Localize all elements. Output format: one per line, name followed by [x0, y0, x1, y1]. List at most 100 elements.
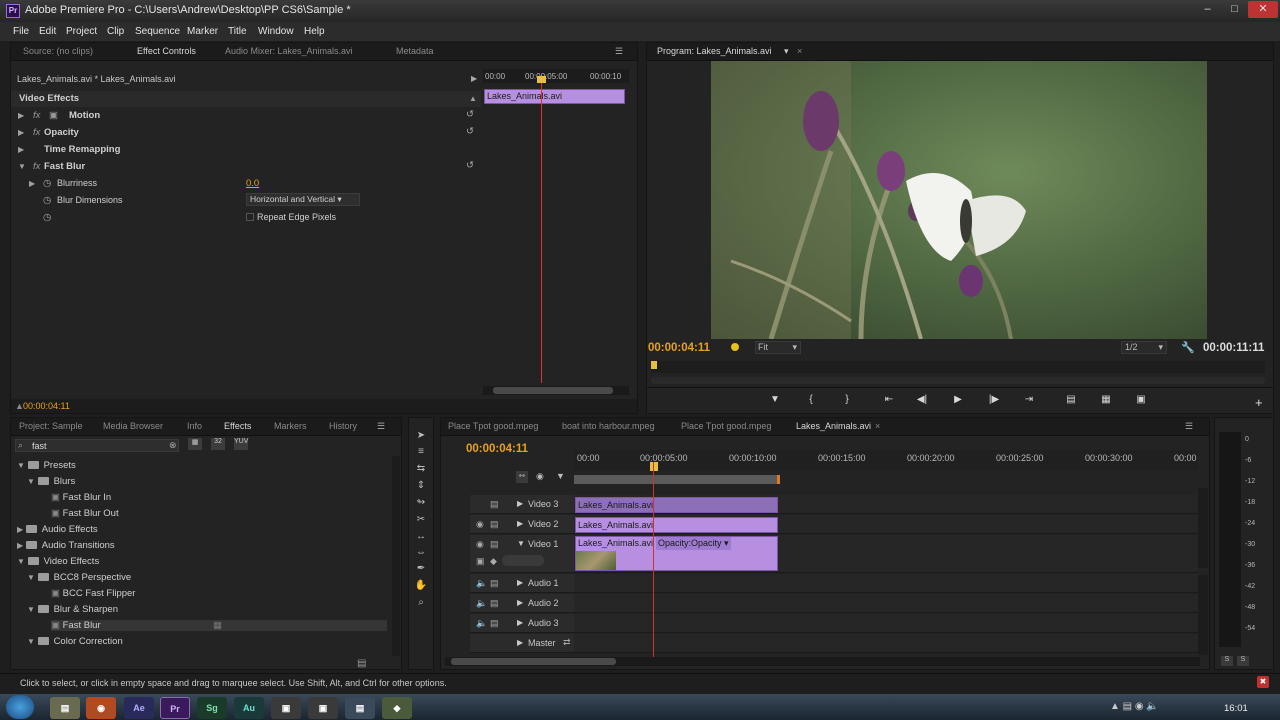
speedgrade-taskbar-icon[interactable]: Sg [197, 697, 227, 719]
expand-arrow-icon[interactable]: ▶ [517, 519, 523, 528]
track-header-video1[interactable]: ◉ ▤ ▼ Video 1 ▣ ◆ [470, 535, 574, 573]
add-marker-icon[interactable]: ▼ [556, 471, 565, 481]
tab-sequence-3[interactable]: Place Tpot good.mpeg [681, 421, 771, 431]
track-lane-audio1[interactable] [574, 574, 1198, 593]
panel-menu-icon[interactable]: ☰ [615, 46, 623, 57]
audio-tracks-scrollbar[interactable] [1198, 575, 1208, 655]
tree-item-audio-transitions[interactable]: ▶ Audio Transitions [17, 540, 115, 551]
program-time-ruler[interactable] [651, 361, 1265, 373]
panel-menu-icon[interactable]: ☰ [377, 421, 385, 432]
reset-icon[interactable]: ↺ [466, 109, 474, 120]
blurriness-value[interactable]: 0.0 [246, 178, 259, 189]
menu-project[interactable]: Project [66, 26, 97, 37]
menu-marker[interactable]: Marker [187, 26, 218, 37]
speaker-icon[interactable]: 🔈 [476, 618, 487, 629]
reset-icon[interactable]: ↺ [466, 126, 474, 137]
stopwatch-icon[interactable]: ◷ [43, 178, 51, 189]
solo-right-button[interactable]: S [1237, 656, 1249, 666]
zoom-tool-icon[interactable]: ⌕ [413, 597, 429, 611]
mini-clip[interactable]: Lakes_Animals.avi [484, 89, 625, 104]
menu-clip[interactable]: Clip [107, 26, 124, 37]
tab-effect-controls[interactable]: Effect Controls [137, 46, 196, 56]
after-effects-taskbar-icon[interactable]: Ae [124, 697, 154, 719]
pen-tool-icon[interactable]: ✒ [413, 563, 429, 577]
dropdown-icon[interactable]: ▾ [784, 46, 789, 57]
track-header-video2[interactable]: ◉ ▤ ▶ Video 2 [470, 515, 574, 534]
tree-item-audio-effects[interactable]: ▶ Audio Effects [17, 524, 98, 535]
step-forward-button[interactable]: |▶ [982, 391, 1006, 409]
app-taskbar-icon[interactable]: ▣ [271, 697, 301, 719]
expand-arrow-icon[interactable]: ▶ [517, 499, 523, 508]
razor-tool-icon[interactable]: ✂ [413, 514, 429, 528]
timecode[interactable]: 00:00:04:11 [23, 401, 70, 411]
slip-tool-icon[interactable]: ↔ [413, 531, 429, 545]
stopwatch-icon[interactable]: ◷ [43, 195, 51, 206]
timeline-horizontal-scrollbar[interactable] [445, 657, 1200, 666]
program-video-frame[interactable] [711, 61, 1207, 339]
eye-icon[interactable]: ◉ [476, 539, 484, 550]
app-taskbar-icon[interactable]: ▣ [308, 697, 338, 719]
expand-arrow-icon[interactable]: ▶ [29, 179, 35, 188]
playhead-marker[interactable] [537, 76, 546, 83]
close-tab-icon[interactable]: × [875, 421, 880, 431]
tab-audio-mixer[interactable]: Audio Mixer: Lakes_Animals.avi [225, 46, 353, 56]
tree-item-presets[interactable]: ▼ Presets [17, 460, 76, 471]
add-marker-button[interactable]: ▼ [763, 391, 787, 409]
export-frame-button[interactable]: ▣ [1129, 391, 1153, 409]
speaker-icon[interactable]: 🔈 [476, 578, 487, 589]
tree-item-bcc-fast-flipper[interactable]: ▣ BCC Fast Flipper [51, 588, 135, 599]
new-bin-icon[interactable]: ▤ [357, 658, 366, 669]
ripple-edit-tool-icon[interactable]: ⇆ [413, 463, 429, 477]
tab-project[interactable]: Project: Sample [19, 421, 83, 431]
expand-arrow-icon[interactable]: ▶ [18, 111, 24, 120]
expand-arrow-icon[interactable]: ▶ [517, 638, 523, 647]
opacity-select[interactable]: Opacity:Opacity ▾ [656, 537, 731, 550]
tree-item-fast-blur[interactable]: ▣ Fast Blur ▦ [51, 620, 387, 631]
explorer-taskbar-icon[interactable]: ▤ [50, 697, 80, 719]
go-to-out-button[interactable]: ⇥ [1017, 391, 1041, 409]
selection-tool-icon[interactable]: ➤ [413, 430, 429, 444]
repeat-edge-checkbox[interactable] [246, 213, 254, 221]
track-lane-master[interactable] [574, 634, 1198, 653]
zoom-scrollbar[interactable] [651, 377, 1265, 384]
resolution-select[interactable]: 1/2 ▾ [1121, 341, 1167, 354]
accelerated-effects-icon[interactable]: ▦ [188, 438, 202, 450]
param-blurriness[interactable]: ▶ ◷ Blurriness 0.0 [11, 176, 481, 192]
extract-button[interactable]: ▦ [1094, 391, 1118, 409]
clear-search-icon[interactable]: ⊗ [169, 440, 177, 451]
tree-item-color-correction[interactable]: ▼ Color Correction [27, 636, 123, 647]
track-select-tool-icon[interactable]: ≡ [413, 446, 429, 460]
clip-video3[interactable]: Lakes_Animals.avi [575, 497, 778, 513]
tab-sequence-1[interactable]: Place Tpot good.mpeg [448, 421, 538, 431]
audition-taskbar-icon[interactable]: Au [234, 697, 264, 719]
taskbar-clock[interactable]: 16:01 [1224, 703, 1248, 714]
firefox-taskbar-icon[interactable]: ◉ [86, 697, 116, 719]
collapse-up-icon[interactable]: ▲ [469, 94, 477, 103]
tab-program[interactable]: Program: Lakes_Animals.avi [657, 46, 772, 56]
menu-sequence[interactable]: Sequence [135, 26, 180, 37]
track-lane-audio3[interactable] [574, 614, 1198, 633]
track-output-icon[interactable]: ▤ [490, 578, 499, 589]
fx-badge-icon[interactable]: fx [33, 110, 40, 121]
track-header-master[interactable]: ▶ Master ⇄ [470, 634, 574, 653]
track-output-icon[interactable]: ▤ [490, 499, 499, 510]
marker-icon[interactable]: ◉ [536, 471, 544, 482]
menu-window[interactable]: Window [258, 26, 294, 37]
collapse-arrow-icon[interactable]: ▼ [517, 539, 525, 548]
tab-sequence-active[interactable]: Lakes_Animals.avi [796, 421, 871, 431]
playhead-marker[interactable] [650, 462, 658, 471]
timeline-timecode[interactable]: 00:00:04:11 [466, 443, 528, 455]
playhead-marker[interactable] [651, 361, 657, 369]
tab-sequence-2[interactable]: boat into harbour.mpeg [562, 421, 655, 431]
play-button[interactable]: ▶ [946, 391, 970, 409]
fx-badge-icon[interactable]: fx [33, 161, 40, 172]
expand-arrow-icon[interactable]: ▶ [517, 578, 523, 587]
snap-icon[interactable]: ⇿ [516, 471, 528, 483]
mini-scrollbar[interactable] [483, 386, 629, 395]
timeline-ruler[interactable]: 00:00 00:00:05:00 00:00:10:00 00:00:15:0… [574, 450, 1198, 470]
maximize-button[interactable]: □ [1221, 1, 1248, 18]
tree-item-video-effects[interactable]: ▼ Video Effects [17, 556, 99, 567]
step-back-button[interactable]: ◀| [910, 391, 934, 409]
stopwatch-icon[interactable]: ◷ [43, 212, 51, 223]
start-button-icon[interactable] [6, 695, 34, 719]
